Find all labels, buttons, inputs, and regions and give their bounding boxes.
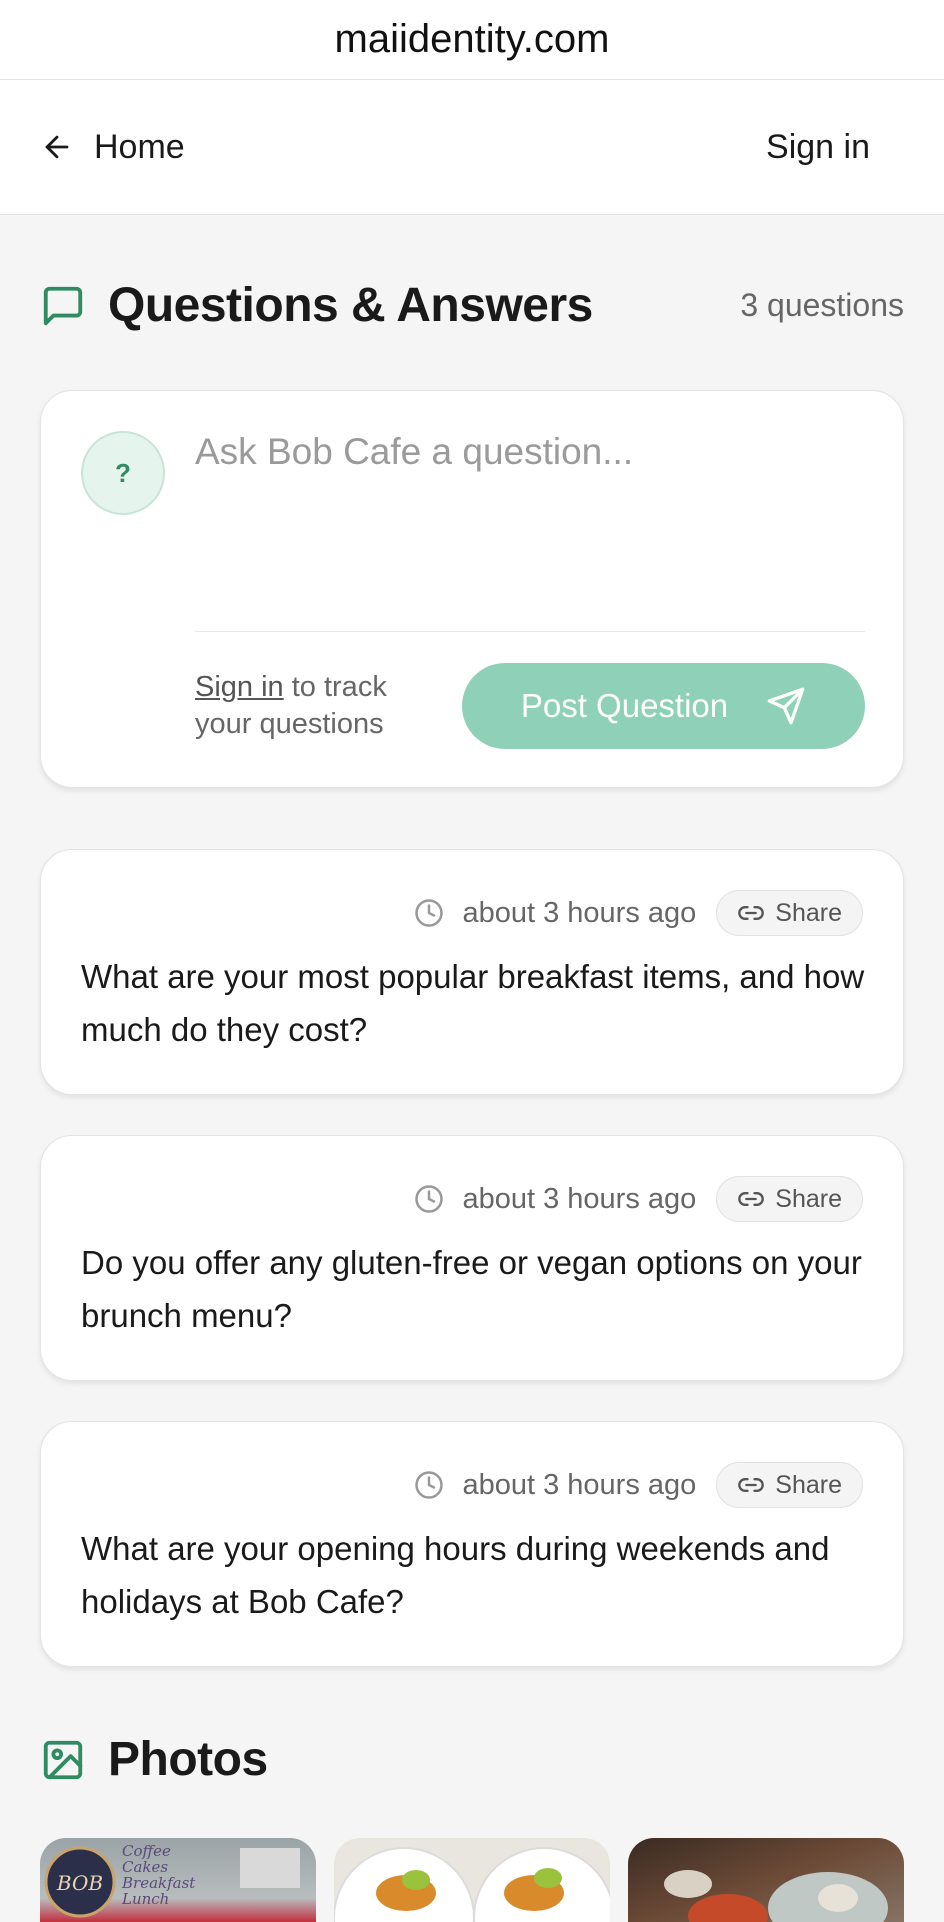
photos-header: Photos [40,1732,904,1787]
svg-text:BOB: BOB [56,1871,103,1895]
link-icon [738,1478,765,1492]
photo-thumbnail[interactable] [334,1838,610,1922]
clock-icon [415,1185,444,1213]
clock-icon [415,899,444,927]
question-card: about 3 hours ago Share What are your op… [40,1421,904,1667]
link-icon [738,906,765,920]
url-bar[interactable]: maiidentity.com [0,0,944,80]
link-icon [738,1192,765,1206]
arrow-left-icon [45,135,69,159]
cafe-logo-photo: BOB Coffee Cakes Breakfast Lunch [44,1842,300,1918]
svg-text:Lunch: Lunch [121,1890,169,1908]
question-time: about 3 hours ago [414,1183,696,1216]
image-icon [43,1740,83,1779]
home-link[interactable]: Home [40,128,185,167]
signin-track-link[interactable]: Sign in [195,671,284,703]
ask-question-card: ? Sign in to track your questions Post Q… [40,390,904,788]
question-meta: about 3 hours ago Share [414,1176,863,1222]
share-button[interactable]: Share [716,1176,863,1222]
photo-thumbnail[interactable] [628,1838,904,1922]
signin-link[interactable]: Sign in [766,128,870,167]
photo-gallery: BOB Coffee Cakes Breakfast Lunch [40,1838,904,1922]
qa-header: Questions & Answers 3 questions [40,278,904,333]
qa-title: Questions & Answers [108,279,593,332]
photos-title: Photos [108,1733,268,1786]
question-input[interactable] [195,431,865,621]
photo-thumbnail[interactable]: BOB Coffee Cakes Breakfast Lunch [40,1838,316,1922]
question-time: about 3 hours ago [414,1469,696,1502]
share-button[interactable]: Share [716,1462,863,1508]
question-time-text: about 3 hours ago [462,1182,697,1215]
question-text: Do you offer any gluten-free or vegan op… [81,1244,862,1334]
question-time-text: about 3 hours ago [462,896,697,929]
food-photo [334,1847,610,1922]
share-label: Share [775,898,842,927]
question-text: What are your opening hours during weeke… [81,1530,830,1620]
question-text: What are your most popular breakfast ite… [81,958,865,1048]
send-icon [767,687,805,725]
question-meta: about 3 hours ago Share [414,890,863,936]
avatar: ? [81,431,165,515]
post-question-button[interactable]: Post Question [462,663,865,749]
question-time-text: about 3 hours ago [462,1468,697,1501]
share-label: Share [775,1184,842,1213]
track-questions-text: Sign in to track your questions [195,669,425,743]
post-question-label: Post Question [520,687,729,724]
message-square-icon [43,286,83,325]
share-button[interactable]: Share [716,890,863,936]
question-time: about 3 hours ago [414,897,696,930]
clock-icon [415,1471,444,1499]
dishes-photo [664,1870,888,1922]
top-nav: Home Sign in [0,80,944,215]
question-card: about 3 hours ago Share Do you offer any… [40,1135,904,1381]
home-label: Home [94,127,185,166]
question-card: about 3 hours ago Share What are your mo… [40,849,904,1095]
question-count: 3 questions [740,287,904,323]
share-label: Share [775,1470,842,1499]
url-text: maiidentity.com [334,17,610,61]
question-meta: about 3 hours ago Share [414,1462,863,1508]
divider [195,631,865,632]
